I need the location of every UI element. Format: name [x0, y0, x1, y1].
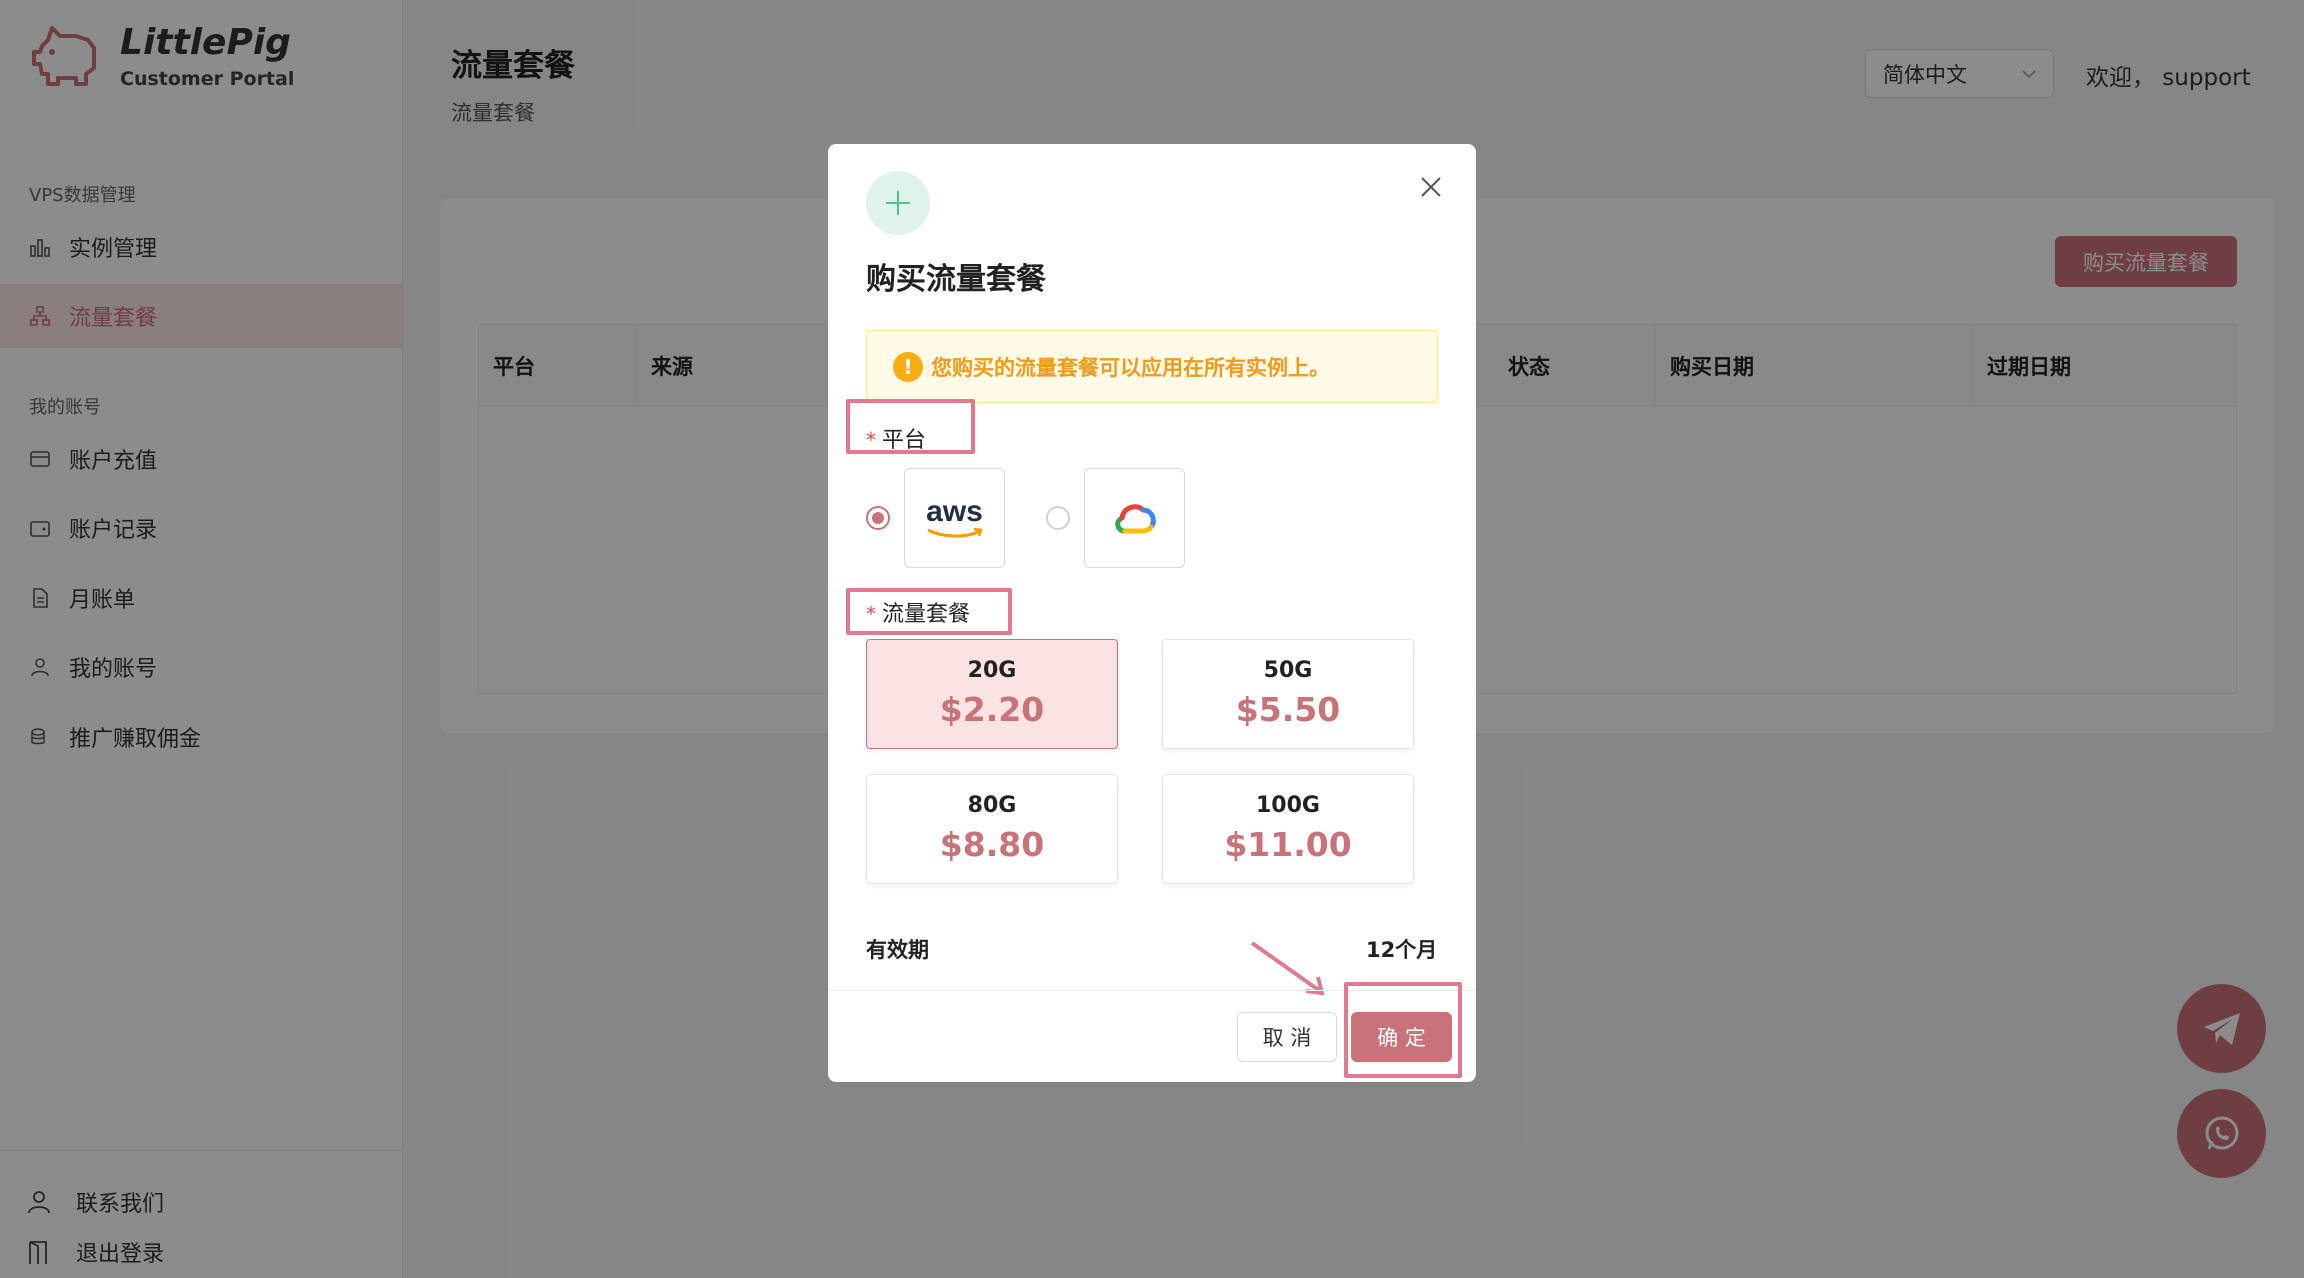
info-alert: ! 您购买的流量套餐可以应用在所有实例上。 — [866, 330, 1438, 403]
plan-price: $2.20 — [939, 690, 1045, 729]
close-button[interactable] — [1418, 174, 1444, 200]
required-mark: * — [866, 602, 876, 626]
plan-option-80g[interactable]: 80G $8.80 — [866, 774, 1118, 884]
platform-label: * 平台 — [866, 422, 926, 454]
plan-price: $5.50 — [1235, 690, 1341, 729]
plan-name: 80G — [967, 793, 1017, 818]
plan-name: 20G — [967, 658, 1017, 683]
aws-smile-icon — [926, 527, 983, 538]
plan-option-50g[interactable]: 50G $5.50 — [1162, 639, 1414, 749]
google-cloud-icon — [1114, 504, 1156, 534]
validity-value: 12个月 — [1366, 938, 1438, 962]
plan-option-20g[interactable]: 20G $2.20 — [866, 639, 1118, 749]
radio-aws[interactable] — [866, 506, 890, 530]
close-icon — [1421, 177, 1441, 197]
radio-google-cloud[interactable] — [1046, 506, 1070, 530]
plan-price: $8.80 — [939, 825, 1045, 864]
platform-label-text: 平台 — [882, 428, 927, 453]
purchase-modal: 购买流量套餐 ! 您购买的流量套餐可以应用在所有实例上。 * 平台 aws * 流量… — [828, 144, 1476, 1082]
cancel-button[interactable]: 取 消 — [1237, 1012, 1337, 1062]
alert-text: 您购买的流量套餐可以应用在所有实例上。 — [931, 355, 1330, 380]
plan-label: * 流量套餐 — [866, 596, 970, 628]
modal-title: 购买流量套餐 — [866, 262, 1046, 297]
aws-logo-icon: aws — [926, 495, 983, 528]
plan-option-100g[interactable]: 100G $11.00 — [1162, 774, 1414, 884]
plan-price: $11.00 — [1224, 825, 1352, 864]
exclamation-icon: ! — [893, 351, 923, 382]
confirm-button[interactable]: 确 定 — [1351, 1012, 1452, 1062]
plus-icon — [866, 171, 930, 235]
plan-name: 50G — [1263, 658, 1313, 683]
required-mark: * — [866, 428, 876, 452]
provider-aws[interactable]: aws — [904, 468, 1005, 568]
plan-label-text: 流量套餐 — [882, 602, 971, 627]
validity-label: 有效期 — [866, 938, 929, 962]
provider-google-cloud[interactable] — [1084, 468, 1185, 568]
plan-name: 100G — [1256, 793, 1320, 818]
